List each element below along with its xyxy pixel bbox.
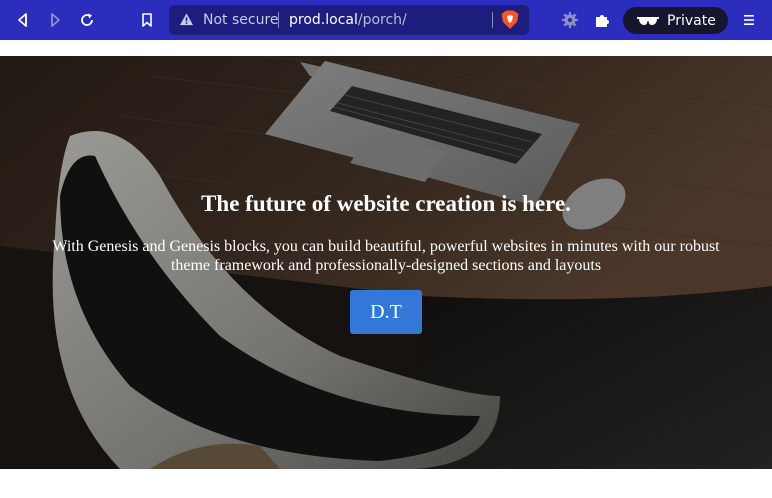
bookmark-icon: [142, 13, 152, 27]
hero-cta-button[interactable]: D.T: [350, 290, 422, 334]
hero-title: The future of website creation is here.: [201, 191, 571, 216]
hero-description: With Genesis and Genesis blocks, you can…: [52, 238, 720, 274]
page-bottom-strip: [0, 469, 772, 498]
address-bar[interactable]: Not secure prod.local/porch/: [169, 5, 529, 35]
hero-section: The future of website creation is here. …: [0, 56, 772, 469]
reload-button[interactable]: [73, 6, 101, 34]
private-window-indicator[interactable]: Private: [623, 7, 728, 34]
back-button[interactable]: [9, 6, 37, 34]
private-label: Private: [667, 12, 716, 29]
warning-triangle-icon[interactable]: [179, 12, 194, 27]
brave-rewards-button[interactable]: [556, 6, 584, 34]
back-arrow-icon: [18, 13, 27, 27]
url-text[interactable]: prod.local/porch/: [289, 11, 407, 29]
extensions-button[interactable]: [588, 6, 616, 34]
url-separator: [492, 12, 493, 28]
browser-toolbar: Not secure prod.local/porch/ Private: [0, 0, 772, 40]
url-host: prod.local: [289, 12, 358, 28]
brave-rewards-icon: [562, 12, 578, 28]
forward-button[interactable]: [41, 6, 69, 34]
puzzle-piece-icon: [596, 15, 609, 27]
brave-shields-icon[interactable]: [501, 10, 519, 30]
security-status-label[interactable]: Not secure: [203, 11, 279, 29]
page-top-strip: [0, 40, 772, 56]
hamburger-menu-icon: [744, 15, 754, 25]
private-glasses-icon: [637, 16, 659, 25]
forward-arrow-icon: [51, 13, 60, 27]
url-separator: [278, 12, 279, 28]
url-path: /porch/: [357, 12, 407, 28]
reload-icon: [81, 13, 93, 26]
bookmark-button[interactable]: [133, 6, 161, 34]
main-menu-button[interactable]: [735, 6, 763, 34]
